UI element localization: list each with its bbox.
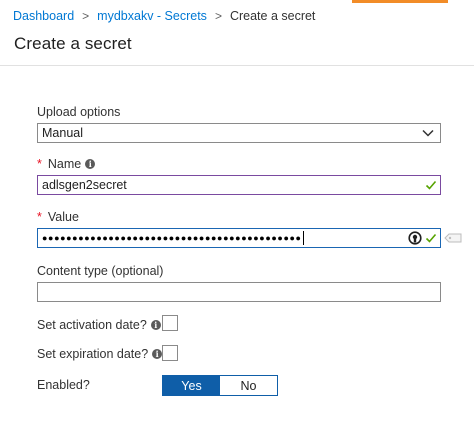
content-type-label: Content type (optional) <box>37 264 163 278</box>
expiration-date-label: Set expiration date? i <box>37 347 163 361</box>
required-marker: * <box>37 157 42 171</box>
upload-options-label-text: Upload options <box>37 105 121 119</box>
info-icon[interactable]: i <box>150 320 161 330</box>
enabled-label: Enabled? <box>37 378 90 392</box>
upload-options-value: Manual <box>42 126 83 140</box>
required-marker: * <box>37 210 42 224</box>
content-type-input[interactable] <box>37 282 441 302</box>
create-secret-blade: Dashboard > mydbxakv - Secrets > Create … <box>0 0 474 442</box>
name-input-value: adlsgen2secret <box>42 178 127 192</box>
secret-value-masked: ●●●●●●●●●●●●●●●●●●●●●●●●●●●●●●●●●●●●●●●●… <box>42 232 302 243</box>
expiration-date-checkbox[interactable] <box>162 345 178 361</box>
info-icon[interactable]: i <box>152 349 163 359</box>
name-input[interactable]: adlsgen2secret <box>37 175 441 195</box>
check-icon <box>425 233 437 243</box>
value-label: * Value <box>37 210 79 224</box>
key-hint-icon <box>444 233 462 243</box>
breadcrumb-current: Create a secret <box>229 9 316 23</box>
breadcrumb-dashboard[interactable]: Dashboard <box>13 9 74 23</box>
top-accent-bar <box>352 0 448 3</box>
text-caret <box>302 231 304 245</box>
expiration-date-label-text: Set expiration date? <box>37 347 149 361</box>
upload-options-select[interactable]: Manual <box>37 123 441 143</box>
activation-date-checkbox[interactable] <box>162 315 178 331</box>
check-icon <box>425 180 437 190</box>
enabled-toggle: Yes No <box>162 375 278 396</box>
breadcrumb-separator: > <box>214 9 222 23</box>
name-label: * Name i <box>37 157 96 171</box>
header-divider <box>0 65 474 66</box>
secret-value-input[interactable]: ●●●●●●●●●●●●●●●●●●●●●●●●●●●●●●●●●●●●●●●●… <box>37 228 441 248</box>
name-label-text: Name <box>47 157 82 171</box>
page-title: Create a secret <box>14 34 132 53</box>
activation-date-label: Set activation date? i <box>37 318 161 332</box>
breadcrumb-secrets[interactable]: mydbxakv - Secrets <box>97 9 207 23</box>
upload-options-label: Upload options <box>37 105 120 119</box>
enabled-yes-option[interactable]: Yes <box>163 376 220 395</box>
content-type-label-text: Content type (optional) <box>37 264 164 278</box>
eye-reveal-icon[interactable] <box>408 231 422 245</box>
breadcrumb-separator: > <box>82 9 90 23</box>
chevron-down-icon <box>422 129 434 137</box>
enabled-label-text: Enabled? <box>37 378 90 392</box>
enabled-no-option[interactable]: No <box>220 376 277 395</box>
value-label-text: Value <box>47 210 79 224</box>
breadcrumb: Dashboard > mydbxakv - Secrets > Create … <box>13 9 315 23</box>
info-icon[interactable]: i <box>85 159 96 169</box>
activation-date-label-text: Set activation date? <box>37 318 147 332</box>
